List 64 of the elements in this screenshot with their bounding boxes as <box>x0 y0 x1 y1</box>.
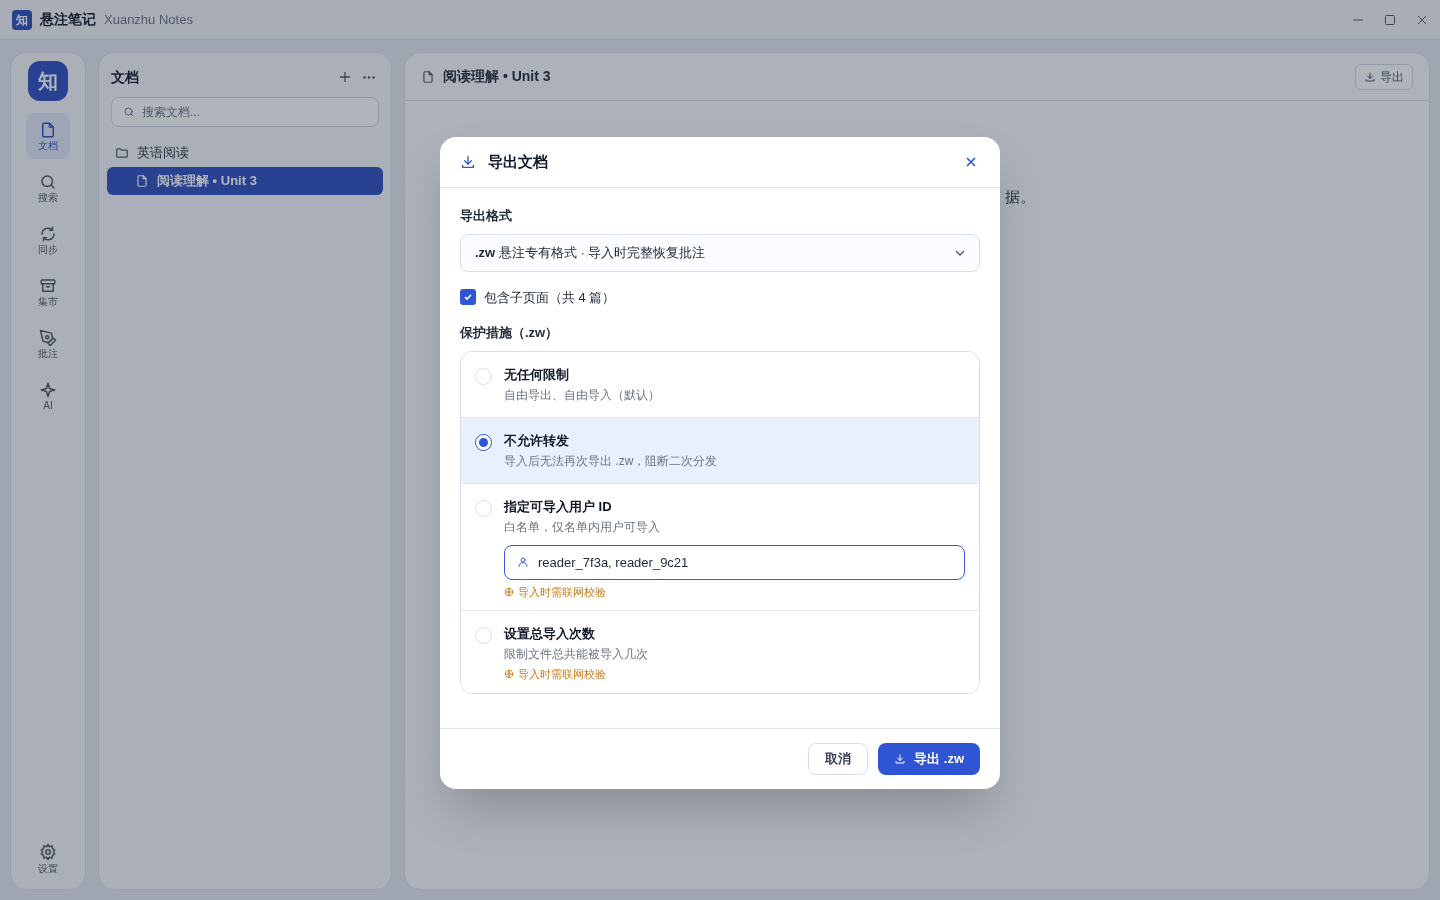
option-description: 导入后无法再次导出 .zw，阻断二次分发 <box>504 452 719 469</box>
search-icon <box>123 106 135 118</box>
close-icon[interactable] <box>1416 13 1428 26</box>
settings-button[interactable]: 设置 <box>26 835 70 881</box>
chevron-down-icon <box>955 249 965 256</box>
rail-item[interactable]: 文档 <box>26 113 70 159</box>
rail-logo: 知 <box>28 61 68 101</box>
option-description: 限制文件总共能被导入几次 <box>504 646 649 662</box>
archive-box-icon <box>39 277 57 295</box>
search-field[interactable]: 搜索文档... <box>111 97 379 127</box>
more-icon[interactable] <box>363 75 375 79</box>
globe-icon <box>504 586 514 597</box>
download-icon <box>894 752 907 765</box>
user-id-field[interactable]: reader_7f3a, reader_9c21 <box>504 544 965 580</box>
tree-item[interactable]: 阅读理解 • Unit 3 <box>107 167 383 195</box>
option-note: 导入时需联网校验 <box>518 667 606 682</box>
globe-icon <box>504 669 514 680</box>
option-note: 导入时需联网校验 <box>518 584 606 600</box>
panel-title: 文档 <box>111 67 140 87</box>
rail-item[interactable]: 集市 <box>26 269 70 315</box>
sparkle-icon <box>39 381 57 399</box>
field-label: 保护措施（.zw） <box>460 324 560 342</box>
user-icon <box>517 555 529 568</box>
rail-item[interactable]: 搜索 <box>26 165 70 211</box>
sync-icon <box>39 225 57 243</box>
option-description: 白名单，仅名单内用户可导入 <box>504 518 661 535</box>
app-title: 悬注笔记 <box>40 10 96 29</box>
checkbox[interactable] <box>460 289 476 306</box>
app-subtitle: Xuanzhu Notes <box>104 10 193 29</box>
paragraph-text: 据。 <box>1005 187 1035 207</box>
rail-item[interactable]: 同步 <box>26 217 70 263</box>
settings-icon <box>39 842 57 861</box>
radio-option[interactable]: 不允许转发 导入后无法再次导出 .zw，阻断二次分发 <box>461 416 979 483</box>
check-icon <box>463 292 473 303</box>
option-title: 不允许转发 <box>504 431 570 450</box>
maximize-icon[interactable] <box>1384 13 1396 26</box>
rail-item[interactable]: AI <box>26 373 70 419</box>
checkbox-label: 包含子页面（共 4 篇） <box>484 288 616 307</box>
cancel-button[interactable]: 取消 <box>808 742 869 775</box>
app-logo: 知 <box>12 9 32 30</box>
option-title: 无任何限制 <box>504 365 570 384</box>
document-icon <box>421 69 435 84</box>
download-icon <box>1364 70 1376 83</box>
field-label: 导出格式 <box>460 207 513 225</box>
dialog-title: 导出文档 <box>488 151 549 172</box>
export-button[interactable]: 导出 <box>1355 63 1413 90</box>
option-title: 设置总导入次数 <box>504 625 596 643</box>
download-icon <box>460 154 476 170</box>
close-icon[interactable] <box>966 157 976 167</box>
document-icon <box>135 174 149 188</box>
pen-nib-icon <box>39 329 57 347</box>
format-select[interactable]: .zw 悬注专有格式 · 导入时完整恢复批注 <box>460 233 980 272</box>
radio-button[interactable] <box>475 433 492 451</box>
option-description: 自由导出、自由导入（默认） <box>504 386 661 403</box>
radio-option[interactable]: 设置总导入次数 限制文件总共能被导入几次 导入时需联网校验 <box>461 610 979 693</box>
document-icon <box>39 121 57 139</box>
search-icon <box>39 173 57 191</box>
breadcrumb: 阅读理解 • Unit 3 <box>443 67 552 86</box>
folder-icon <box>115 146 129 160</box>
option-title: 指定可导入用户 ID <box>504 497 613 516</box>
rail-item[interactable]: 批注 <box>26 321 70 367</box>
tree-item[interactable]: 英语阅读 <box>107 139 383 167</box>
export-button[interactable]: 导出 .zw <box>878 742 980 775</box>
add-icon[interactable] <box>339 71 351 83</box>
